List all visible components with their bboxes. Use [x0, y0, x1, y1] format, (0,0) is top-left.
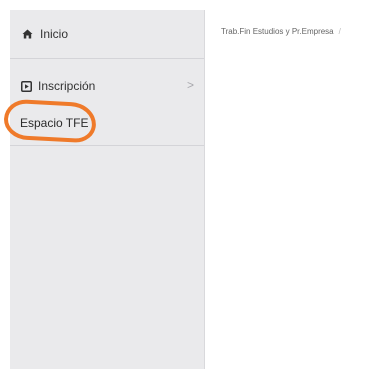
sidebar-item-inicio[interactable]: Inicio: [10, 24, 204, 44]
sidebar-item-inscripcion[interactable]: Inscripción >: [10, 76, 204, 96]
page: Inicio Inscripción > Espacio TFE Trab.Fi…: [0, 0, 365, 369]
sidebar-divider: [10, 145, 204, 146]
sidebar-item-label: Espacio TFE: [20, 116, 89, 130]
home-icon: [22, 29, 33, 39]
sidebar-item-label: Inscripción: [38, 79, 96, 93]
sidebar-item-label: Inicio: [40, 27, 69, 41]
sidebar-divider: [10, 58, 204, 59]
sidebar: Inicio Inscripción > Espacio TFE: [10, 10, 205, 369]
play-square-icon: [21, 80, 32, 92]
breadcrumb-item[interactable]: Trab.Fin Estudios y Pr.Empresa: [221, 27, 334, 36]
sidebar-item-espacio-tfe[interactable]: Espacio TFE: [10, 113, 204, 133]
chevron-right-icon: >: [186, 78, 194, 92]
breadcrumb: Trab.Fin Estudios y Pr.Empresa /: [221, 27, 341, 36]
breadcrumb-separator: /: [338, 27, 341, 36]
